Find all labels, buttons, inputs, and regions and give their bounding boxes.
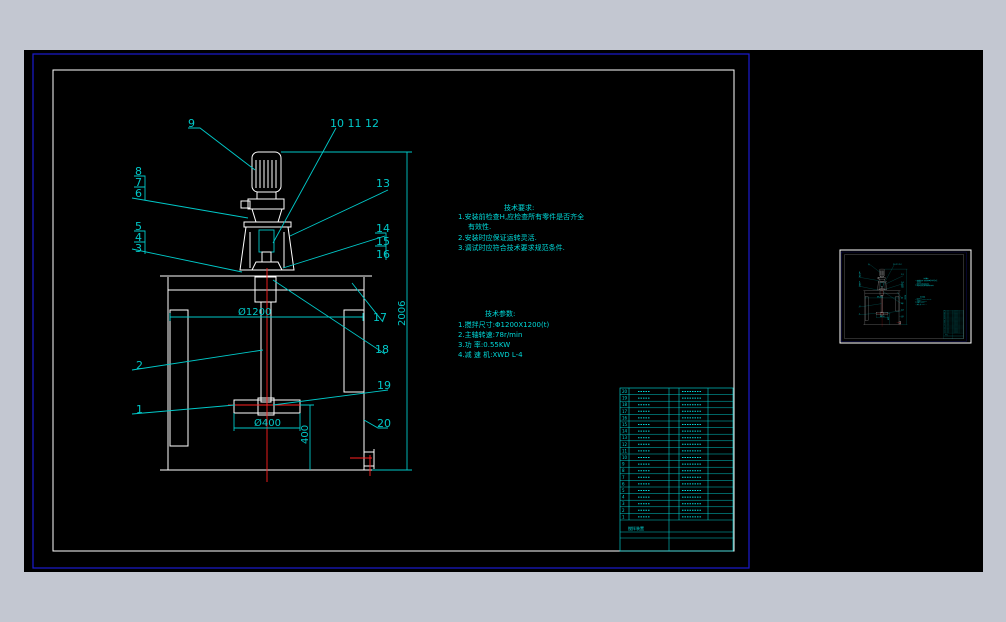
table-item-number: 15 bbox=[622, 422, 628, 427]
requirements-title: 技术要求: bbox=[504, 203, 534, 212]
table-item-number: 14 bbox=[622, 429, 628, 434]
table-item-number: 12 bbox=[622, 442, 628, 447]
requirement-line: 1.安装前检查H,应检查所有零件是否齐全 bbox=[458, 212, 584, 221]
table-item-number: 16 bbox=[622, 415, 628, 420]
label-2: 2 bbox=[136, 359, 143, 372]
dim-text-impeller-height: 400 bbox=[300, 425, 311, 444]
dim-text-impeller-dia: Ø400 bbox=[254, 417, 281, 429]
label-3: 3 bbox=[135, 242, 142, 255]
label-6: 6 bbox=[135, 187, 142, 200]
title-block-name: 搅拌装置 bbox=[628, 525, 644, 531]
param-line: 4.减 速 机:XWD L-4 bbox=[458, 350, 523, 359]
param-line: 1.搅拌尺寸:Φ1200X1200(t) bbox=[458, 320, 549, 329]
table-item-number: 18 bbox=[622, 402, 628, 407]
label-16: 16 bbox=[376, 248, 390, 261]
requirement-line: 2.安装时应保证运转灵活. bbox=[458, 233, 537, 242]
param-line: 2.主轴转速:78r/min bbox=[458, 330, 522, 339]
table-item-number: 19 bbox=[622, 396, 628, 401]
label-14: 14 bbox=[376, 222, 390, 235]
table-item-number: 10 bbox=[622, 455, 628, 460]
label-10-11-12: 10 11 12 bbox=[330, 117, 379, 130]
requirement-line: 有效性. bbox=[468, 222, 491, 231]
label-9: 9 bbox=[188, 117, 195, 130]
param-line: 3.功 率:0.55KW bbox=[458, 340, 510, 349]
table-item-number: 17 bbox=[622, 409, 628, 414]
label-20: 20 bbox=[377, 417, 391, 430]
label-15: 15 bbox=[376, 235, 390, 248]
params-title: 技术参数: bbox=[485, 309, 515, 318]
label-1: 1 bbox=[136, 403, 143, 416]
dim-text-tank-dia: Ø1200 bbox=[238, 306, 271, 318]
requirement-line: 3.调试时应符合技术要求规范条件. bbox=[458, 243, 565, 252]
dim-text-total-height: 2006 bbox=[397, 301, 408, 326]
label-17: 17 bbox=[373, 311, 387, 324]
label-13: 13 bbox=[376, 177, 390, 190]
table-item-number: 11 bbox=[622, 448, 628, 453]
cad-viewport[interactable]: 9 10 11 12 8 7 6 5 4 3 13 14 15 16 17 18… bbox=[0, 0, 1006, 622]
table-item-number: 13 bbox=[622, 435, 628, 440]
label-18: 18 bbox=[375, 343, 389, 356]
label-19: 19 bbox=[377, 379, 391, 392]
table-item-number: 20 bbox=[622, 389, 628, 394]
